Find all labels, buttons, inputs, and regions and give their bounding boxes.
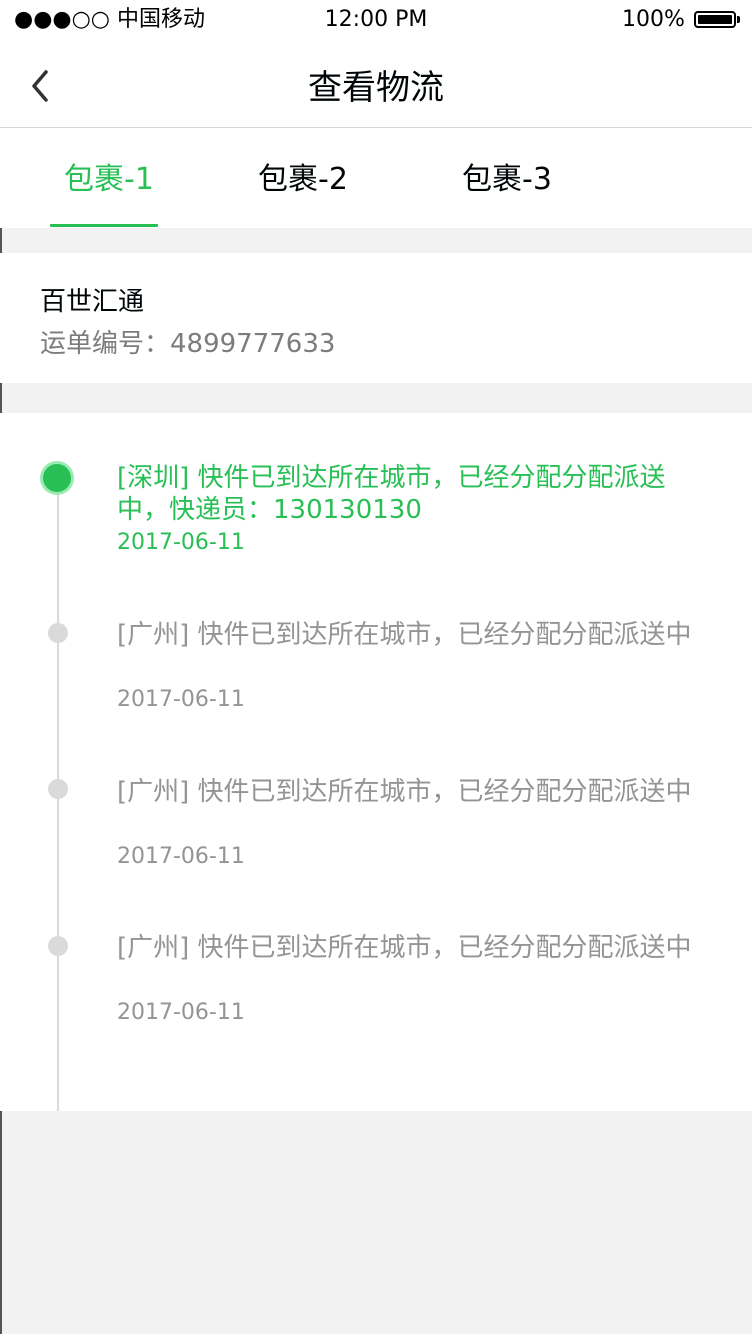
timeline-event-text: [广州] 快件已到达所在城市，已经分配分配派送中 <box>117 777 692 807</box>
tab-package-3[interactable]: 包裹-3 <box>462 162 552 198</box>
battery-icon <box>694 11 736 28</box>
tab-package-2[interactable]: 包裹-2 <box>258 162 348 198</box>
timeline-event-date: 2017-06-11 <box>117 844 245 869</box>
timeline-event-text: [深圳] 快件已到达所在城市，已经分配分配派送中，快递员：130130130 <box>117 463 666 525</box>
timeline-dot <box>48 623 68 643</box>
courier-card <box>0 253 752 383</box>
timeline-event-text: [广州] 快件已到达所在城市，已经分配分配派送中 <box>117 620 692 650</box>
timeline-event-date: 2017-06-11 <box>117 530 245 555</box>
timeline-event-text: [广州] 快件已到达所在城市，已经分配分配派送中 <box>117 933 692 963</box>
battery-tip <box>737 16 740 23</box>
timeline-dot-current <box>40 461 74 495</box>
timeline-dot <box>48 779 68 799</box>
tab-package-1[interactable]: 包裹-1 <box>64 162 154 198</box>
battery-percent: 100% <box>622 7 685 32</box>
timeline-dot <box>48 936 68 956</box>
timeline-event-date: 2017-06-11 <box>117 1000 245 1025</box>
active-tab-indicator <box>50 224 158 227</box>
page-title: 查看物流 <box>308 68 444 108</box>
timeline-event-date: 2017-06-11 <box>117 687 245 712</box>
tracking-number: 运单编号：4899777633 <box>40 329 336 359</box>
courier-name: 百世汇通 <box>40 287 145 317</box>
